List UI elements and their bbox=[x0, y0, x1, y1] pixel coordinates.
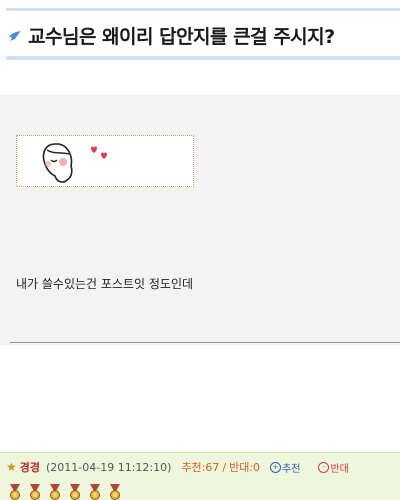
recommend-button-label: 추천 bbox=[282, 463, 301, 475]
post-title: 교수님은 왜이리 답안지를 큰걸 주시지? bbox=[28, 26, 335, 48]
vote-counts: 추천:67/반대:0 bbox=[181, 459, 260, 475]
post-content: 내가 쓸수있는건 포스트잇 정도인데 bbox=[0, 95, 400, 345]
recommend-button[interactable]: + 추천 bbox=[270, 460, 300, 475]
comment-top-border bbox=[0, 452, 400, 453]
recommend-count: 추천:67 bbox=[181, 461, 220, 474]
medal-icon bbox=[70, 484, 80, 500]
page: 교수님은 왜이리 답안지를 큰걸 주시지? 내가 쓸수있는건 포스트잇 정도인데 bbox=[0, 0, 400, 500]
header-bottom-border bbox=[6, 56, 400, 60]
star-icon: ★ bbox=[6, 460, 17, 474]
bird-icon bbox=[9, 30, 21, 41]
oppose-button[interactable]: - 반대 bbox=[318, 460, 349, 475]
comment-meta-row: ★ 경경 (2011-04-19 11:12:10) 추천:67/반대:0 + 추… bbox=[6, 459, 394, 475]
comment-author[interactable]: 경경 bbox=[20, 459, 40, 475]
doodle-face-image bbox=[42, 143, 107, 183]
vote-separator: / bbox=[222, 461, 227, 474]
medal-row bbox=[6, 484, 126, 500]
post-header: 교수님은 왜이리 답안지를 큰걸 주시지? bbox=[0, 0, 400, 62]
recommend-circle-icon: + bbox=[270, 461, 282, 473]
medal-icon bbox=[50, 484, 60, 500]
medal-icon bbox=[110, 484, 120, 500]
medal-icon bbox=[30, 484, 40, 500]
comment-bar: ★ 경경 (2011-04-19 11:12:10) 추천:67/반대:0 + 추… bbox=[0, 452, 400, 500]
post-image bbox=[16, 135, 194, 187]
post-title-row: 교수님은 왜이리 답안지를 큰걸 주시지? bbox=[8, 22, 335, 49]
header-top-border bbox=[6, 8, 400, 11]
post-body-text: 내가 쓸수있는건 포스트잇 정도인데 bbox=[16, 277, 194, 291]
oppose-count: 반대:0 bbox=[229, 461, 261, 474]
oppose-circle-icon: - bbox=[318, 461, 330, 473]
comment-timestamp: (2011-04-19 11:12:10) bbox=[46, 460, 172, 474]
oppose-button-label: 반대 bbox=[330, 463, 349, 475]
medal-icon bbox=[90, 484, 100, 500]
medal-icon bbox=[10, 484, 20, 500]
content-divider bbox=[10, 342, 400, 343]
